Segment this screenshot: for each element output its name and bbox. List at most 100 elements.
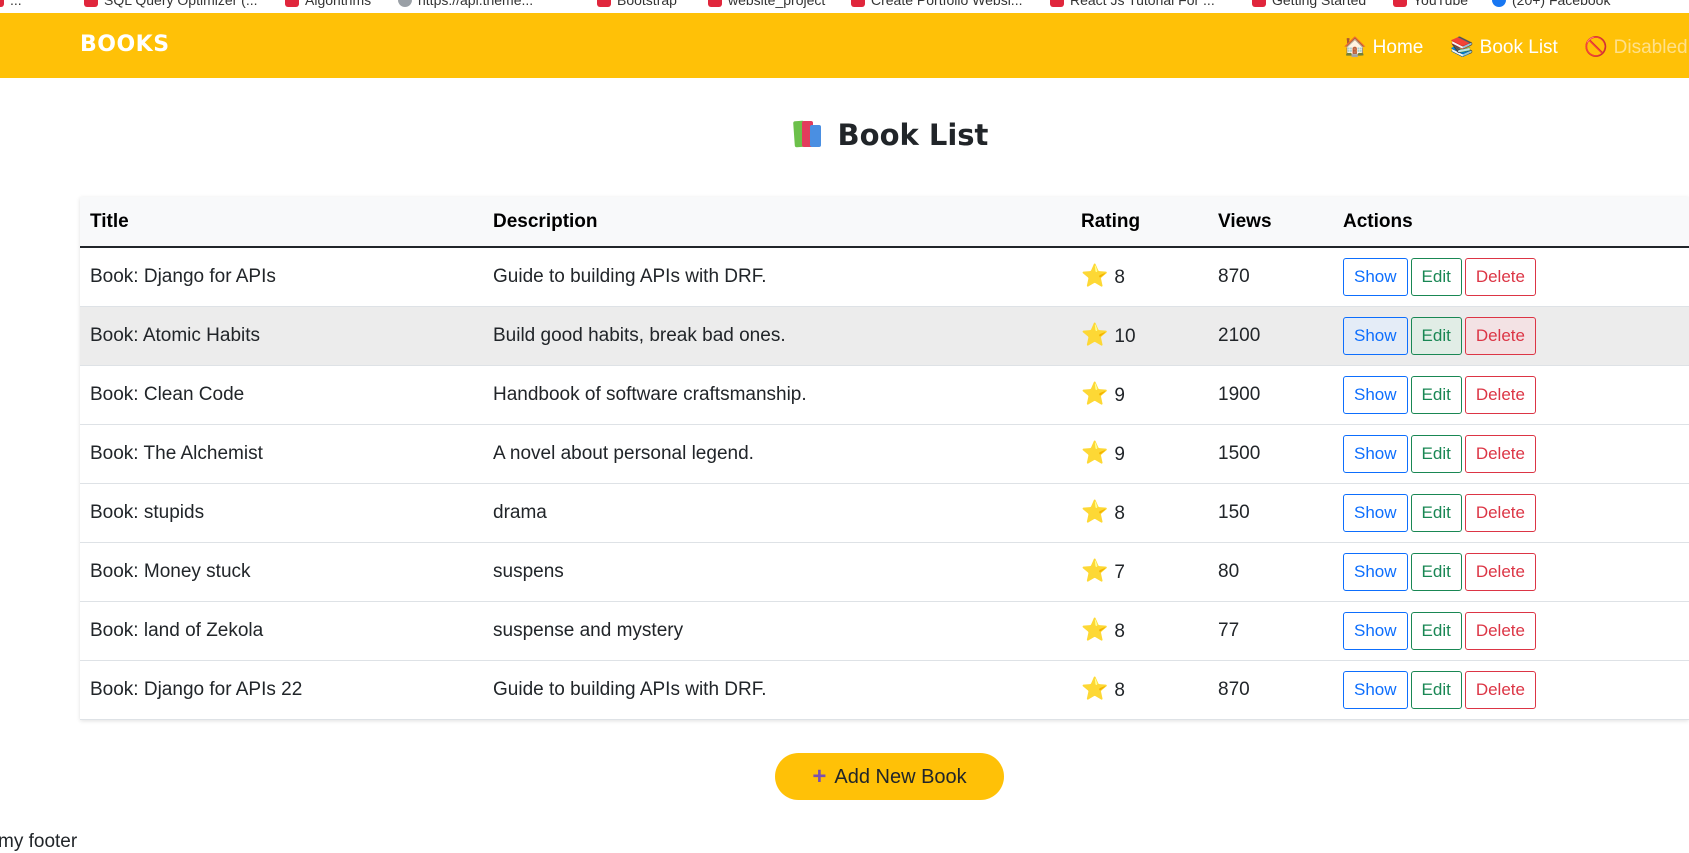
- bookmark-item[interactable]: (20+) Facebook: [1492, 0, 1610, 8]
- plus-icon: +: [812, 763, 827, 790]
- column-header-description: Description: [483, 197, 1071, 248]
- book-rating: ⭐ 8: [1071, 483, 1208, 542]
- book-views: 77: [1218, 619, 1240, 641]
- column-header-views: Views: [1208, 197, 1333, 248]
- facebook-icon: [1492, 0, 1506, 7]
- table-header-row: Title Description Rating Views Actions: [80, 197, 1689, 248]
- book-actions: Show Edit Delete: [1333, 483, 1689, 542]
- nav-link-home[interactable]: 🏠 Home: [1343, 35, 1423, 59]
- bookmark-item[interactable]: YouTube: [1393, 0, 1468, 8]
- bookmark-icon: [1393, 0, 1407, 7]
- star-icon: ⭐: [1081, 264, 1109, 290]
- star-icon: ⭐: [1081, 382, 1109, 407]
- delete-button[interactable]: Delete: [1464, 375, 1536, 414]
- show-button[interactable]: Show: [1343, 316, 1408, 355]
- rating-value: 10: [1114, 326, 1136, 347]
- bookmark-item[interactable]: Create Portfolio Websi...: [851, 0, 1022, 8]
- delete-button[interactable]: Delete: [1464, 670, 1536, 709]
- bookmark-icon: [285, 0, 299, 7]
- book-views: 150: [1218, 501, 1250, 523]
- book-rating: ⭐ 8: [1071, 247, 1208, 306]
- home-icon: 🏠: [1343, 36, 1367, 58]
- book-rating: ⭐ 8: [1071, 601, 1208, 660]
- book-views: 2100: [1218, 324, 1261, 346]
- delete-button[interactable]: Delete: [1464, 493, 1536, 532]
- rating-value: 9: [1114, 444, 1125, 465]
- edit-button[interactable]: Edit: [1410, 375, 1462, 414]
- book-table-container: Title Description Rating Views Actions B…: [80, 197, 1689, 720]
- book-title: Book: The Alchemist: [90, 442, 263, 464]
- nav-link-book-list[interactable]: 📚 Book List: [1450, 35, 1558, 59]
- column-header-title: Title: [80, 197, 483, 248]
- book-actions: Show Edit Delete: [1333, 542, 1689, 601]
- bookmark-icon: [851, 0, 865, 7]
- bookmark-item[interactable]: https://api.theme...: [398, 0, 533, 8]
- bookmark-item[interactable]: Algorithms: [285, 0, 371, 8]
- show-button[interactable]: Show: [1343, 257, 1408, 296]
- star-icon: ⭐: [1081, 323, 1109, 348]
- book-views: 80: [1218, 560, 1240, 582]
- edit-button[interactable]: Edit: [1410, 316, 1462, 355]
- page-title: Book List: [0, 118, 1689, 152]
- show-button[interactable]: Show: [1343, 611, 1408, 650]
- bookmark-item[interactable]: website_project: [708, 0, 825, 8]
- book-description: Handbook of software craftsmanship.: [493, 383, 807, 405]
- show-button[interactable]: Show: [1343, 375, 1408, 414]
- add-new-book-label: Add New Book: [834, 766, 967, 788]
- delete-button[interactable]: Delete: [1464, 316, 1536, 355]
- book-table: Title Description Rating Views Actions B…: [80, 197, 1689, 720]
- table-row: Book: Money stuck suspens ⭐ 7 80 Show Edit Dele…: [80, 542, 1689, 601]
- page-title-text: Book List: [837, 118, 989, 152]
- show-button[interactable]: Show: [1343, 670, 1408, 709]
- delete-button[interactable]: Delete: [1464, 611, 1536, 650]
- navbar-brand[interactable]: BOOKS: [80, 32, 170, 57]
- star-icon: ⭐: [1081, 677, 1109, 702]
- star-icon: ⭐: [1081, 559, 1109, 584]
- book-description: A novel about personal legend.: [493, 442, 754, 464]
- bookmark-icon: [708, 0, 722, 7]
- book-description: drama: [493, 501, 547, 523]
- book-title: Book: Money stuck: [90, 560, 251, 582]
- book-description: suspense and mystery: [493, 619, 684, 641]
- edit-button[interactable]: Edit: [1410, 493, 1462, 532]
- bookmark-item[interactable]: SQL Query Optimizer (...: [84, 0, 258, 8]
- books-icon: 📚: [1450, 36, 1474, 58]
- book-title: Book: Clean Code: [90, 383, 245, 405]
- table-row: Book: The Alchemist A novel about persona…: [80, 424, 1689, 483]
- book-description: Guide to building APIs with DRF.: [493, 265, 767, 287]
- book-actions: Show Edit Delete: [1333, 306, 1689, 365]
- book-rating: ⭐ 9: [1071, 365, 1208, 424]
- book-title: Book: Django for APIs 22: [90, 678, 303, 700]
- bookmark-item[interactable]: Getting Started: [1252, 0, 1366, 8]
- bookmarks-bar: ... SQL Query Optimizer (... Algorithms …: [0, 0, 1689, 13]
- edit-button[interactable]: Edit: [1410, 257, 1462, 296]
- book-actions: Show Edit Delete: [1333, 660, 1689, 719]
- navbar: BOOKS 🏠 Home 📚 Book List 🚫 Disabled: [0, 13, 1689, 78]
- show-button[interactable]: Show: [1343, 434, 1408, 473]
- bookmark-item[interactable]: ...: [0, 0, 22, 8]
- bookmark-icon: [84, 0, 98, 7]
- delete-button[interactable]: Delete: [1464, 257, 1536, 296]
- bookmark-item[interactable]: React Js Tutorial For ...: [1050, 0, 1215, 8]
- globe-icon: [398, 0, 412, 7]
- edit-button[interactable]: Edit: [1410, 434, 1462, 473]
- show-button[interactable]: Show: [1343, 552, 1408, 591]
- book-title: Book: stupids: [90, 501, 205, 523]
- book-views: 1900: [1218, 383, 1261, 405]
- show-button[interactable]: Show: [1343, 493, 1408, 532]
- book-title: Book: land of Zekola: [90, 619, 264, 641]
- edit-button[interactable]: Edit: [1410, 552, 1462, 591]
- edit-button[interactable]: Edit: [1410, 611, 1462, 650]
- rating-value: 8: [1114, 680, 1125, 701]
- delete-button[interactable]: Delete: [1464, 434, 1536, 473]
- delete-button[interactable]: Delete: [1464, 552, 1536, 591]
- star-icon: ⭐: [1081, 441, 1109, 466]
- add-new-book-button[interactable]: + Add New Book: [775, 753, 1004, 800]
- book-actions: Show Edit Delete: [1333, 247, 1689, 306]
- footer: my footer: [0, 831, 78, 852]
- column-header-actions: Actions: [1333, 197, 1689, 248]
- edit-button[interactable]: Edit: [1410, 670, 1462, 709]
- book-rating: ⭐ 7: [1071, 542, 1208, 601]
- rating-value: 9: [1114, 385, 1125, 406]
- bookmark-item[interactable]: Bootstrap: [597, 0, 677, 8]
